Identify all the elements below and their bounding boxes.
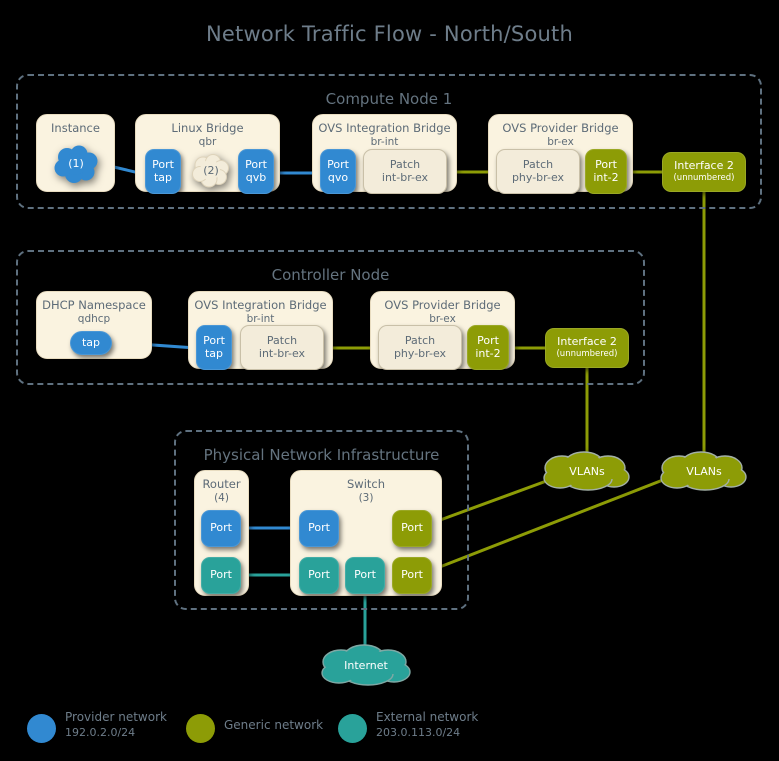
- vlans-cloud-right-label: VLANs: [686, 464, 722, 478]
- legend-swatch-generic: [186, 714, 215, 743]
- port-tap-controller[interactable]: Port tap: [196, 325, 232, 370]
- card-ovs-prov-compute-subtitle: br-ex: [547, 136, 574, 148]
- card-switch-subtitle: (3): [358, 492, 374, 504]
- diagram-canvas: Network Traffic Flow - North/South Compu…: [0, 0, 779, 761]
- patch-int-br-ex-ctrl-line1: Patch: [266, 334, 298, 347]
- switch-port-external-mid-label: Port: [354, 568, 376, 582]
- card-ovs-int-compute-subtitle: br-int: [370, 136, 399, 148]
- interface-2-compute-line2: (unnumbered): [673, 173, 735, 183]
- port-int-2-controller[interactable]: Port int-2: [467, 325, 509, 370]
- port-tap-compute[interactable]: Port tap: [145, 149, 181, 194]
- port-tap-compute-line1: Port: [152, 158, 174, 171]
- card-ovs-int-ctrl-subtitle: br-int: [246, 313, 275, 325]
- router-port-provider[interactable]: Port: [201, 510, 241, 547]
- switch-port-generic-top[interactable]: Port: [392, 510, 432, 547]
- card-dhcp-namespace-title: DHCP Namespace: [42, 298, 146, 312]
- switch-port-generic-top-label: Port: [401, 521, 423, 535]
- port-int-2-compute-line1: Port: [595, 158, 617, 171]
- interface-2-compute[interactable]: Interface 2 (unnumbered): [662, 152, 746, 192]
- patch-phy-br-ex-compute[interactable]: Patch phy-br-ex: [496, 149, 580, 194]
- patch-phy-br-ex-ctrl-line2: phy-br-ex: [393, 346, 447, 360]
- switch-port-external-mid[interactable]: Port: [345, 557, 385, 594]
- patch-int-br-ex-compute[interactable]: Patch int-br-ex: [363, 149, 447, 194]
- card-ovs-int-ctrl-title: OVS Integration Bridge: [194, 298, 327, 312]
- port-qvb-line2: qvb: [245, 170, 267, 184]
- legend-label-external: External network: [376, 710, 479, 724]
- legend-label-generic: Generic network: [224, 718, 324, 732]
- port-int-2-ctrl-line1: Port: [477, 334, 499, 347]
- patch-phy-br-ex-compute-line1: Patch: [522, 158, 554, 171]
- legend-swatch-external: [338, 714, 367, 743]
- legend-label-provider: Provider network: [65, 710, 167, 724]
- card-linux-bridge-title: Linux Bridge: [171, 121, 244, 135]
- card-switch-title: Switch: [346, 477, 386, 491]
- vlans-cloud-left: VLANs: [538, 450, 636, 492]
- switch-port-provider[interactable]: Port: [299, 510, 339, 547]
- card-ovs-prov-ctrl-title: OVS Provider Bridge: [384, 298, 501, 312]
- interface-2-ctrl-line1: Interface 2: [557, 334, 617, 348]
- group-controller-node-title: Controller Node: [271, 266, 390, 284]
- card-dhcp-namespace-subtitle: qdhcp: [77, 313, 111, 325]
- dhcp-tap-port[interactable]: tap: [70, 331, 112, 355]
- instance-cloud-label: (1): [68, 156, 84, 170]
- switch-port-external-left-label: Port: [308, 568, 330, 582]
- vlans-cloud-right: VLANs: [655, 450, 753, 492]
- dhcp-tap-port-label: tap: [81, 335, 101, 349]
- port-int-2-compute[interactable]: Port int-2: [585, 149, 627, 194]
- patch-int-br-ex-controller[interactable]: Patch int-br-ex: [240, 325, 324, 370]
- legend-cidr-external: 203.0.113.0/24: [376, 726, 461, 739]
- legend-swatch-provider: [27, 714, 56, 743]
- interface-2-controller[interactable]: Interface 2 (unnumbered): [545, 328, 629, 368]
- router-port-provider-label: Port: [210, 521, 232, 535]
- port-tap-controller-line1: Port: [203, 334, 225, 347]
- card-instance-title: Instance: [51, 121, 100, 135]
- vlans-cloud-left-label: VLANs: [569, 464, 605, 478]
- port-tap-controller-line2: tap: [204, 346, 224, 360]
- port-qvo-line1: Port: [327, 158, 349, 171]
- group-compute-node-title: Compute Node 1: [325, 90, 453, 108]
- port-qvb[interactable]: Port qvb: [238, 149, 274, 194]
- linux-bridge-cloud-label: (2): [203, 163, 219, 177]
- port-int-2-compute-line2: int-2: [593, 170, 619, 184]
- port-int-2-ctrl-line2: int-2: [475, 346, 501, 360]
- card-router-subtitle: (4): [214, 492, 229, 504]
- card-linux-bridge-subtitle: qbr: [198, 136, 217, 148]
- switch-port-external-left[interactable]: Port: [299, 557, 339, 594]
- linux-bridge-cloud: (2): [192, 152, 230, 188]
- router-port-external-label: Port: [210, 568, 232, 582]
- port-qvb-line1: Port: [245, 158, 267, 171]
- internet-cloud-label: Internet: [344, 658, 388, 672]
- port-qvo-line2: qvo: [327, 170, 349, 184]
- card-ovs-prov-compute-title: OVS Provider Bridge: [502, 121, 619, 135]
- instance-cloud: (1): [53, 143, 99, 183]
- card-ovs-int-compute-title: OVS Integration Bridge: [318, 121, 451, 135]
- switch-port-provider-label: Port: [308, 521, 330, 535]
- switch-port-generic-bottom-label: Port: [401, 568, 423, 582]
- legend: Provider network 192.0.2.0/24 Generic ne…: [0, 700, 779, 755]
- router-port-external[interactable]: Port: [201, 557, 241, 594]
- patch-phy-br-ex-controller[interactable]: Patch phy-br-ex: [378, 325, 462, 370]
- interface-2-ctrl-line2: (unnumbered): [556, 349, 618, 359]
- card-ovs-prov-ctrl-subtitle: br-ex: [429, 313, 456, 325]
- legend-cidr-provider: 192.0.2.0/24: [65, 726, 136, 739]
- card-router-title: Router: [202, 477, 241, 491]
- interface-2-compute-line1: Interface 2: [674, 158, 734, 172]
- patch-phy-br-ex-ctrl-line1: Patch: [404, 334, 436, 347]
- patch-int-br-ex-compute-line2: int-br-ex: [381, 170, 429, 184]
- internet-cloud: Internet: [316, 643, 416, 687]
- port-tap-compute-line2: tap: [153, 170, 173, 184]
- group-physical-network-title: Physical Network Infrastructure: [203, 446, 440, 464]
- patch-phy-br-ex-compute-line2: phy-br-ex: [511, 170, 565, 184]
- patch-int-br-ex-ctrl-line2: int-br-ex: [258, 346, 306, 360]
- switch-port-generic-bottom[interactable]: Port: [392, 557, 432, 594]
- page-title: Network Traffic Flow - North/South: [206, 22, 573, 46]
- port-qvo[interactable]: Port qvo: [320, 149, 356, 194]
- patch-int-br-ex-compute-line1: Patch: [389, 158, 421, 171]
